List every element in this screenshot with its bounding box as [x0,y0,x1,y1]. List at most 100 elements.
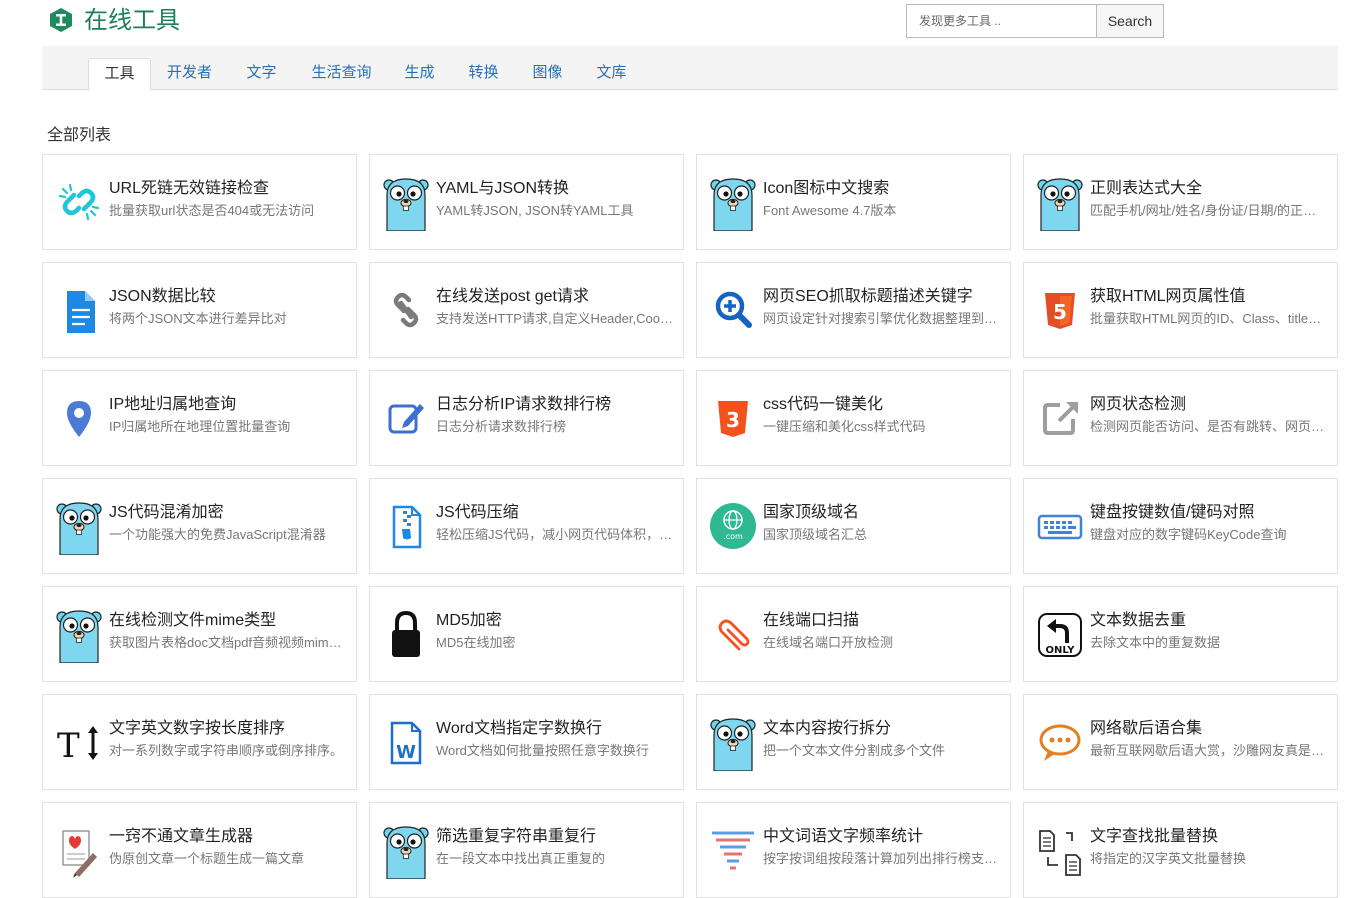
tool-title[interactable]: JSON数据比较 [109,282,349,306]
tool-card[interactable]: URL死链无效链接检查批量获取url状态是否404或无法访问 [42,154,357,250]
tool-title[interactable]: 正则表达式大全 [1090,174,1330,198]
tool-title[interactable]: YAML与JSON转换 [436,174,676,198]
svg-text:5: 5 [1053,300,1067,324]
tab-image[interactable]: 图像 [524,58,571,90]
css3-icon: 3 [709,389,757,447]
tool-description: 对一系列数字或字符串顺序或倒序排序。 [109,743,344,758]
tool-description: MD5在线加密 [436,635,516,650]
external-link-icon [1036,389,1084,447]
tool-card[interactable]: 网页状态检测检测网页能否访问、是否有跳转、网页状态码 [1023,370,1338,466]
article-icon [55,821,103,879]
tab-library[interactable]: 文库 [588,58,635,90]
tool-card[interactable]: W Word文档指定字数换行 Word文档如何批量按照任意字数换行 [369,694,684,790]
tool-title[interactable]: JS代码压缩 [436,498,676,522]
tab-text[interactable]: 文字 [238,58,285,90]
broken-link-icon [55,173,103,231]
tool-description: 键盘对应的数字键码KeyCode查询 [1090,527,1287,542]
tool-card[interactable]: IP地址归属地查询 IP归属地所在地理位置批量查询 [42,370,357,466]
tool-card[interactable]: MD5加密 MD5在线加密 [369,586,684,682]
tool-title[interactable]: 中文词语文字频率统计 [763,822,1003,846]
tool-card[interactable]: 中文词语文字频率统计 按字按词组按段落计算加列出排行榜支持导出 [696,802,1011,898]
tool-title[interactable]: 获取HTML网页属性值 [1090,282,1330,306]
tool-title[interactable]: 文本内容按行拆分 [763,714,1003,738]
tool-description: 一个功能强大的免费JavaScript混淆器 [109,527,326,542]
tool-title[interactable]: Word文档指定字数换行 [436,714,676,738]
tool-card[interactable]: 文字查找批量替换 将指定的汉字英文批量替换 [1023,802,1338,898]
tab-generate[interactable]: 生成 [396,58,443,90]
tool-card[interactable]: 正则表达式大全匹配手机/网址/姓名/身份证/日期/的正则表达式 [1023,154,1338,250]
tool-title[interactable]: 筛选重复字符串重复行 [436,822,676,846]
tool-description: 轻松压缩JS代码，减小网页代码体积，提升速度 [436,527,674,542]
tool-card[interactable]: 在线发送post get请求 支持发送HTTP请求,自定义Header,Cooki… [369,262,684,358]
tool-card[interactable]: 5 获取HTML网页属性值批量获取HTML网页的ID、Class、title等属性… [1023,262,1338,358]
tool-description: 在线域名端口开放检测 [763,635,894,650]
tool-title[interactable]: 网络歇后语合集 [1090,714,1330,738]
word-icon: W [382,713,430,771]
tool-card[interactable]: 3 css代码一键美化 一键压缩和美化css样式代码 [696,370,1011,466]
gopher-icon [382,821,430,879]
search-input[interactable] [906,4,1097,38]
tab-life-query[interactable]: 生活查询 [304,58,379,90]
tool-card[interactable]: JS代码压缩轻松压缩JS代码，减小网页代码体积，提升速度 [369,478,684,574]
tool-title[interactable]: URL死链无效链接检查 [109,174,349,198]
svg-text:W: W [396,742,416,763]
tool-card[interactable]: Icon图标中文搜索 Font Awesome 4.7版本 [696,154,1011,250]
site-title[interactable]: 在线工具 [84,5,180,37]
tool-description: YAML转JSON, JSON转YAML工具 [436,203,634,218]
funnel-icon [709,821,757,879]
tool-title[interactable]: 文字查找批量替换 [1090,822,1330,846]
tool-title[interactable]: 文本数据去重 [1090,606,1330,630]
tool-card[interactable]: T 文字英文数字按长度排序对一系列数字或字符串顺序或倒序排序。 [42,694,357,790]
tool-description: 把一个文本文件分割成多个文件 [763,743,946,758]
tool-title[interactable]: 国家顶级域名 [763,498,1003,522]
tool-card[interactable]: ONLY 文本数据去重去除文本中的重复数据 [1023,586,1338,682]
tool-title[interactable]: Icon图标中文搜索 [763,174,1003,198]
tool-description: 去除文本中的重复数据 [1090,635,1221,650]
tool-card[interactable]: JS代码混淆加密一个功能强大的免费JavaScript混淆器 [42,478,357,574]
tool-title[interactable]: 在线检测文件mime类型 [109,606,349,630]
tool-card[interactable]: 网页SEO抓取标题描述关键字 网页设定针对搜索引擎优化数据整理到表格 [696,262,1011,358]
tool-title[interactable]: 网页状态检测 [1090,390,1330,414]
tool-title[interactable]: css代码一键美化 [763,390,1003,414]
tool-card[interactable]: JSON数据比较 将两个JSON文本进行差异比对 [42,262,357,358]
tool-description: 检测网页能否访问、是否有跳转、网页状态码 [1090,419,1328,434]
tool-description: 匹配手机/网址/姓名/身份证/日期/的正则表达式 [1090,203,1328,218]
tool-title[interactable]: MD5加密 [436,606,676,630]
tool-title[interactable]: 在线端口扫描 [763,606,1003,630]
tool-title[interactable]: 日志分析IP请求数排行榜 [436,390,676,414]
tab-tools[interactable]: 工具 [88,58,151,91]
search-button[interactable]: Search [1097,4,1164,38]
tab-developer[interactable]: 开发者 [160,58,219,90]
tool-description: 日志分析请求数排行榜 [436,419,567,434]
tool-card[interactable]: 一窍不通文章生成器 伪原创文章一个标题生成一篇文章 [42,802,357,898]
zoom-in-icon [709,281,757,339]
tool-description: 批量获取url状态是否404或无法访问 [109,203,315,218]
tool-card[interactable]: 在线端口扫描在线域名端口开放检测 [696,586,1011,682]
svg-text:T: T [57,726,80,766]
tool-card[interactable]: 文本内容按行拆分把一个文本文件分割成多个文件 [696,694,1011,790]
logo-icon[interactable] [48,7,74,33]
tool-title[interactable]: 网页SEO抓取标题描述关键字 [763,282,1003,306]
tool-card[interactable]: 在线检测文件mime类型 获取图片表格doc文档pdf音频视频mime类型 [42,586,357,682]
header: 在线工具 Search [0,0,1349,46]
keyboard-icon [1036,497,1084,555]
tool-card[interactable]: 筛选重复字符串重复行在一段文本中找出真正重复的 [369,802,684,898]
tool-card[interactable]: .com 国家顶级域名 国家顶级域名汇总 [696,478,1011,574]
tool-title[interactable]: IP地址归属地查询 [109,390,349,414]
tool-card[interactable]: 日志分析IP请求数排行榜日志分析请求数排行榜 [369,370,684,466]
tool-title[interactable]: 一窍不通文章生成器 [109,822,349,846]
tool-title[interactable]: 键盘按键数值/键码对照 [1090,498,1330,522]
tool-card[interactable]: 键盘按键数值/键码对照键盘对应的数字键码KeyCode查询 [1023,478,1338,574]
replace-icon [1036,821,1084,879]
tool-title[interactable]: JS代码混淆加密 [109,498,349,522]
tab-convert[interactable]: 转换 [460,58,507,90]
tool-title[interactable]: 在线发送post get请求 [436,282,676,306]
tool-description: 在一段文本中找出真正重复的 [436,851,606,866]
gopher-icon [709,173,757,231]
svg-text:ONLY: ONLY [1046,645,1076,656]
tool-title[interactable]: 文字英文数字按长度排序 [109,714,349,738]
tool-card[interactable]: 网络歇后语合集最新互联网歇后语大赏，沙雕网友真是太有才了 [1023,694,1338,790]
tool-description: Word文档如何批量按照任意字数换行 [436,743,649,758]
html5-icon: 5 [1036,281,1084,339]
tool-card[interactable]: YAML与JSON转换 YAML转JSON, JSON转YAML工具 [369,154,684,250]
